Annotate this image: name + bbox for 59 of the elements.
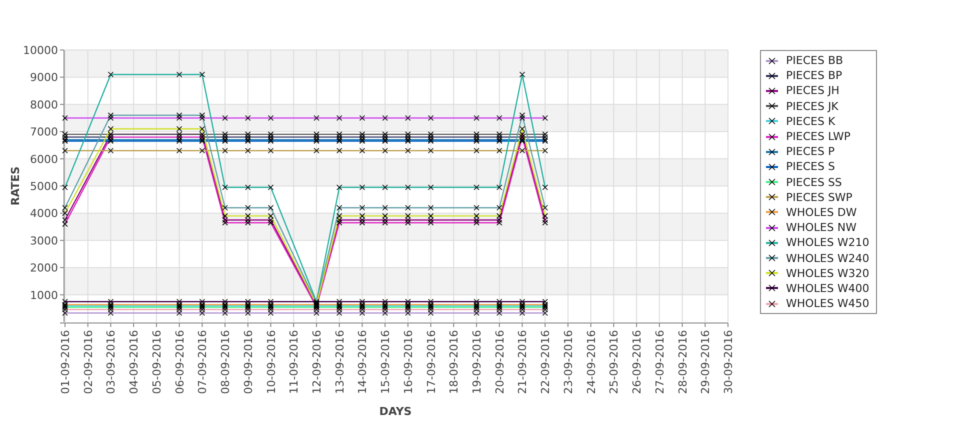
legend-label: PIECES K xyxy=(786,116,836,127)
legend-label: WHOLES DW xyxy=(786,206,857,218)
y-tick-label: 9000 xyxy=(30,71,58,84)
x-tick-label: 11-09-2016 xyxy=(288,330,301,394)
x-tick-label: 13-09-2016 xyxy=(333,330,346,394)
x-axis-title: DAYS xyxy=(379,405,412,418)
x-tick-label: 01-09-2016 xyxy=(59,330,72,394)
x-tick-label: 05-09-2016 xyxy=(150,330,164,394)
x-tick-label: 26-09-2016 xyxy=(630,330,644,394)
y-tick-label: 2000 xyxy=(30,262,58,275)
x-tick-label: 21-09-2016 xyxy=(516,330,530,394)
legend-label: PIECES BB xyxy=(786,55,844,66)
y-tick-label: 8000 xyxy=(30,98,58,112)
legend-label: PIECES LWP xyxy=(786,131,851,142)
x-tick-label: 20-09-2016 xyxy=(493,330,506,394)
legend-label: PIECES S xyxy=(786,161,835,172)
x-tick-label: 27-09-2016 xyxy=(653,330,666,394)
y-tick-label: 1000 xyxy=(30,288,58,302)
legend-label: PIECES SS xyxy=(786,176,842,188)
x-tick-label: 23-09-2016 xyxy=(562,330,575,394)
y-tick-label: 6000 xyxy=(30,152,58,166)
x-tick-label: 12-09-2016 xyxy=(310,330,324,394)
x-tick-label: 30-09-2016 xyxy=(722,330,735,394)
legend-label: PIECES BP xyxy=(786,70,842,82)
legend-label: WHOLES NW xyxy=(786,222,856,234)
legend-label: PIECES JK xyxy=(786,100,838,112)
y-tick-label: 10000 xyxy=(23,44,58,57)
y-tick-label: 5000 xyxy=(30,180,58,193)
legend-label: WHOLES W400 xyxy=(786,282,870,294)
legend-label: WHOLES W450 xyxy=(786,298,870,310)
y-tick-label: 4000 xyxy=(30,207,58,220)
legend-label: WHOLES W210 xyxy=(786,237,870,248)
x-tick-label: 10-09-2016 xyxy=(264,330,278,394)
x-tick-label: 09-09-2016 xyxy=(242,330,255,394)
x-tick-label: 28-09-2016 xyxy=(676,330,690,394)
legend-label: PIECES JH xyxy=(786,85,840,96)
x-tick-label: 06-09-2016 xyxy=(173,330,186,394)
x-tick-label: 22-09-2016 xyxy=(539,330,552,394)
x-tick-label: 03-09-2016 xyxy=(104,330,118,394)
x-tick-label: 24-09-2016 xyxy=(584,330,598,394)
x-tick-label: 19-09-2016 xyxy=(470,330,484,394)
legend-label: WHOLES W320 xyxy=(786,268,870,279)
x-tick-label: 18-09-2016 xyxy=(448,330,461,394)
x-tick-label: 15-09-2016 xyxy=(379,330,392,394)
x-tick-label: 04-09-2016 xyxy=(128,330,141,394)
x-tick-label: 02-09-2016 xyxy=(82,330,95,394)
x-tick-label: 25-09-2016 xyxy=(608,330,621,394)
legend-label: PIECES P xyxy=(786,146,835,158)
x-tick-label: 07-09-2016 xyxy=(196,330,210,394)
legend-label: WHOLES W240 xyxy=(786,252,870,264)
x-tick-label: 29-09-2016 xyxy=(699,330,712,394)
x-tick-label: 16-09-2016 xyxy=(402,330,415,394)
y-axis-title: RATES xyxy=(9,166,22,206)
x-tick-label: 17-09-2016 xyxy=(424,330,438,394)
y-tick-label: 3000 xyxy=(30,234,58,248)
x-tick-label: 08-09-2016 xyxy=(219,330,232,394)
y-tick-label: 7000 xyxy=(30,126,58,139)
x-tick-label: 14-09-2016 xyxy=(356,330,370,394)
legend-label: PIECES SWP xyxy=(786,192,852,203)
